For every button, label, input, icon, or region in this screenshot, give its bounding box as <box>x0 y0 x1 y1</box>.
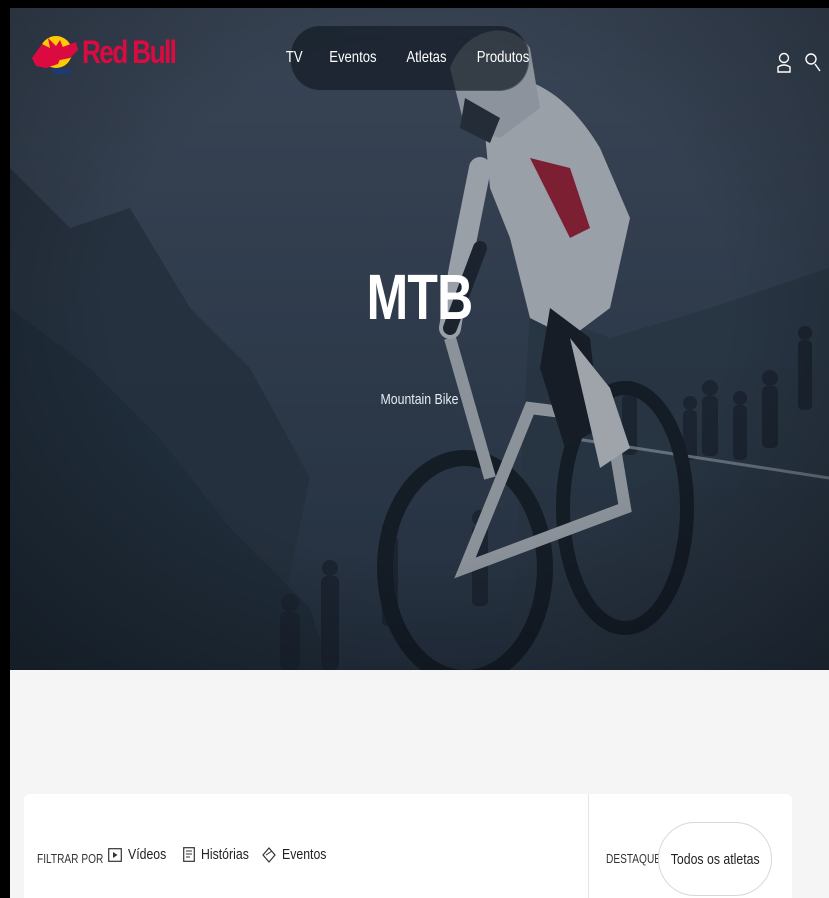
document-icon <box>183 847 195 862</box>
nav-atletas[interactable]: Atletas <box>407 49 447 67</box>
brand-wordmark: Red Bull <box>82 33 177 70</box>
search-icon[interactable] <box>805 52 821 74</box>
header-actions <box>777 52 821 74</box>
filter-videos-label: Vídeos <box>128 846 167 863</box>
filter-divider <box>588 794 589 898</box>
filter-label: FILTRAR POR <box>37 851 104 866</box>
filter-eventos-label: Eventos <box>282 846 327 863</box>
hero-banner: Red Bull TV Eventos Atletas Produtos MTB… <box>10 8 829 670</box>
diamond-icon <box>262 846 276 863</box>
athletes-dropdown-label: Todos os atletas <box>670 850 760 868</box>
frame-border-top <box>0 0 829 8</box>
filter-eventos[interactable]: Eventos <box>262 846 336 863</box>
nav-produtos[interactable]: Produtos <box>477 49 530 67</box>
highlight-label: DESTAQUE <box>606 851 662 866</box>
page-title: MTB <box>366 261 474 333</box>
nav-eventos[interactable]: Eventos <box>330 49 377 67</box>
nav-tv[interactable]: TV <box>286 49 303 67</box>
athletes-dropdown[interactable]: Todos os atletas <box>658 822 772 896</box>
play-icon <box>108 847 122 862</box>
page-subtitle: Mountain Bike <box>380 391 459 408</box>
main-nav: TV Eventos Atletas Produtos <box>286 25 530 91</box>
filter-videos[interactable]: Vídeos <box>108 846 175 863</box>
filter-historias-label: Histórias <box>201 846 249 863</box>
frame-border-left <box>0 0 10 898</box>
page: Red Bull TV Eventos Atletas Produtos MTB… <box>0 0 829 898</box>
brand-logo[interactable]: Red Bull <box>30 28 196 76</box>
bull-logo-icon <box>32 36 78 74</box>
hero-image <box>10 8 829 670</box>
user-icon[interactable] <box>777 52 791 74</box>
filter-historias[interactable]: Histórias <box>183 846 259 863</box>
